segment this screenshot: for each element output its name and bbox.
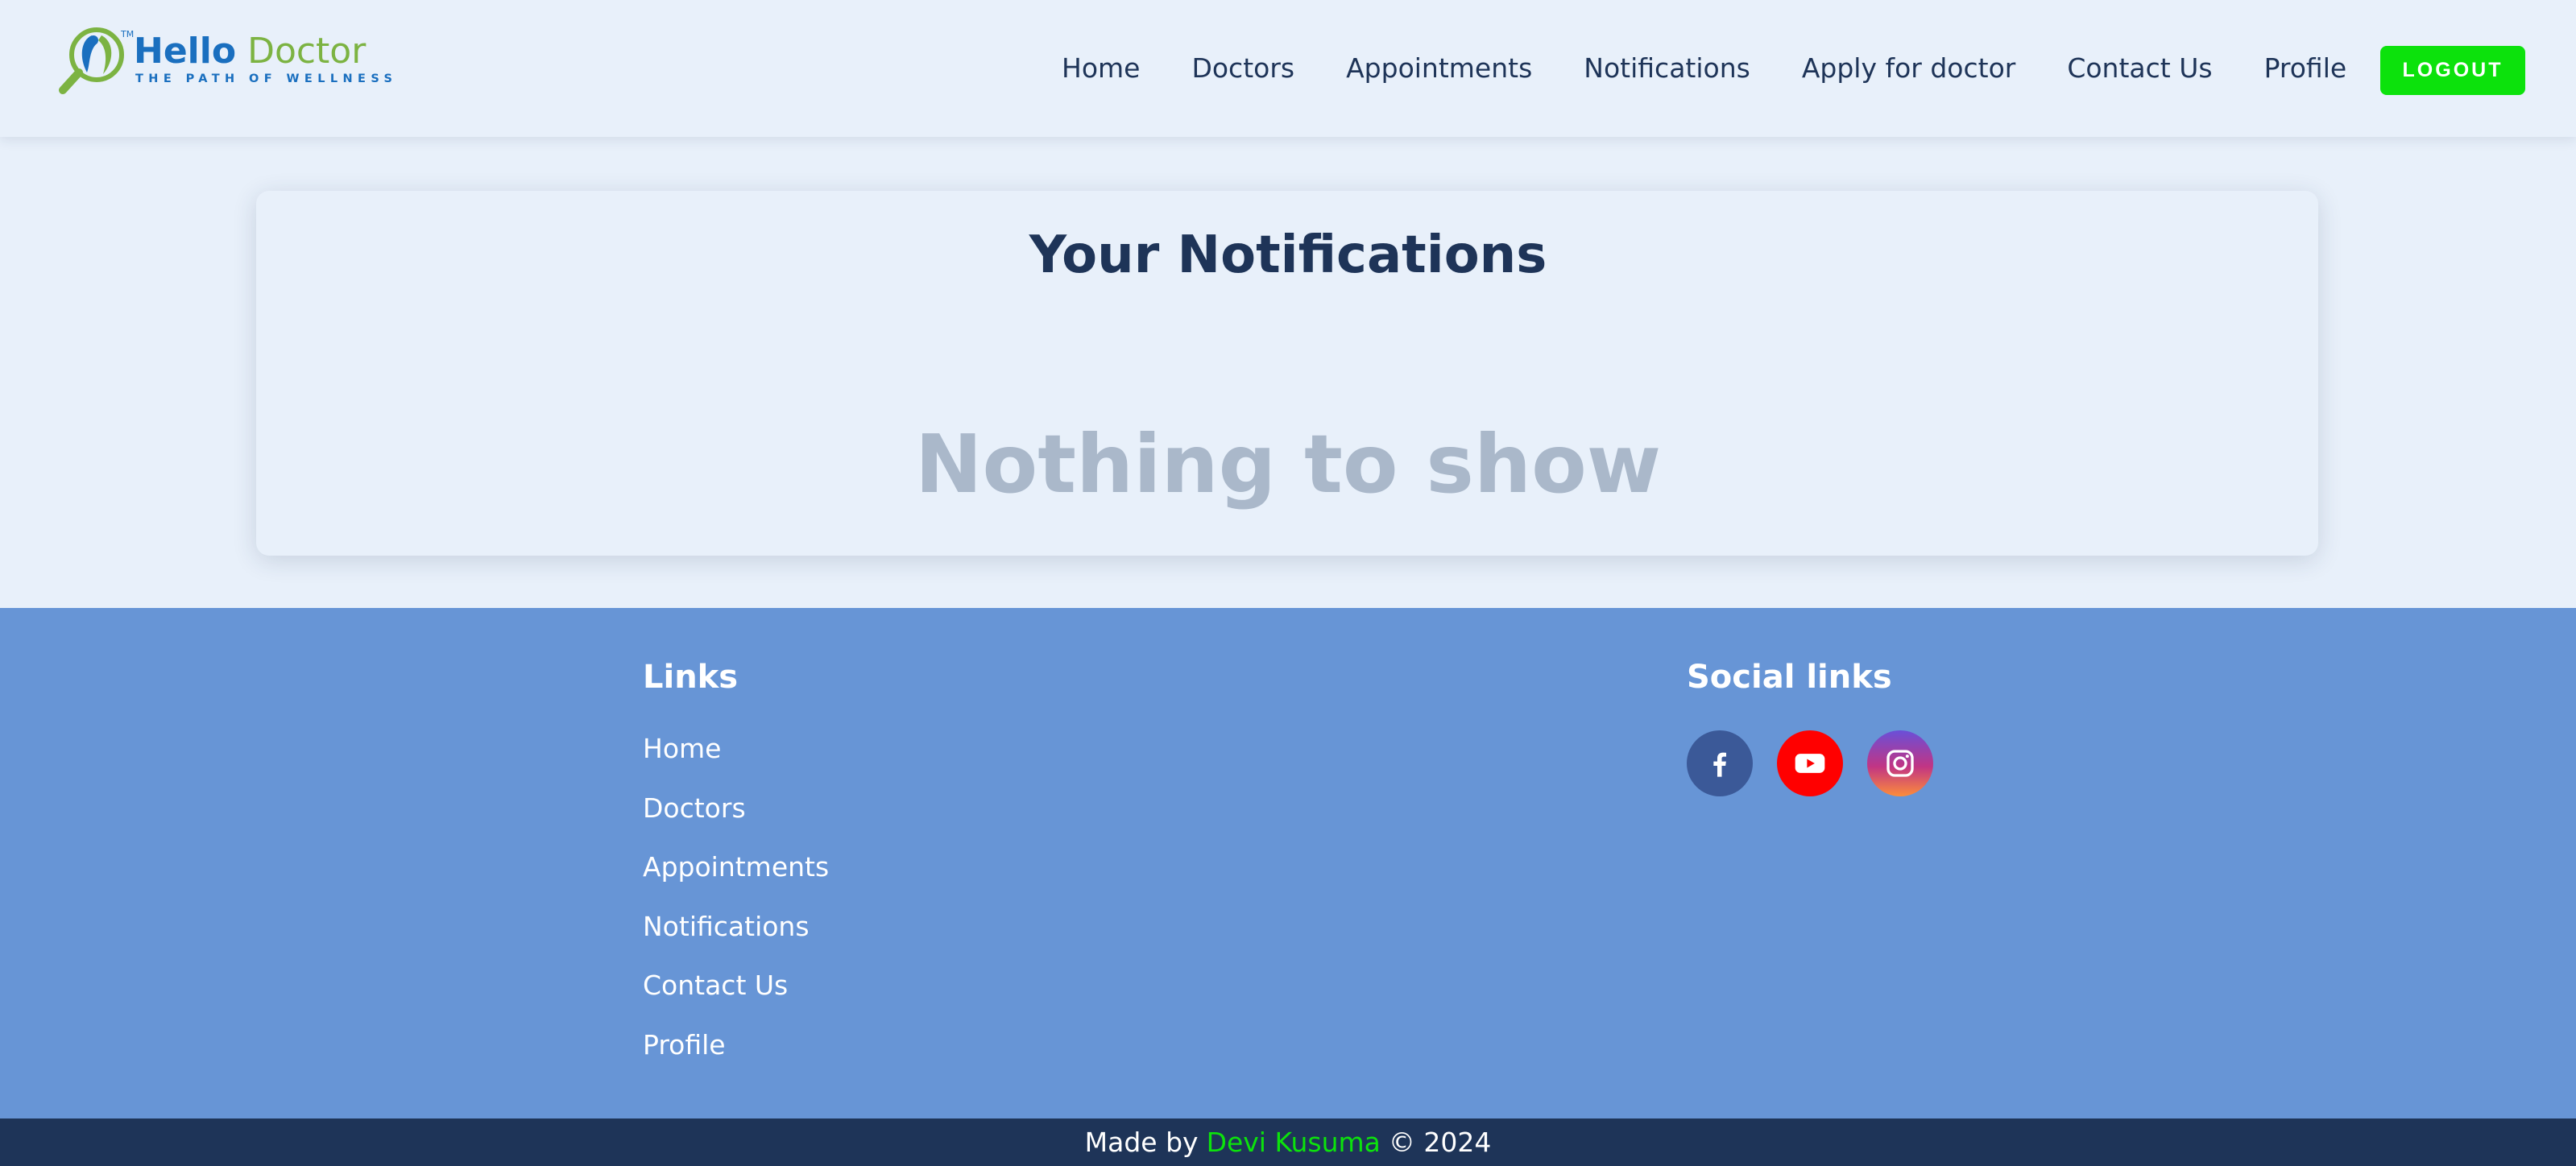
credit-suffix: © 2024 — [1388, 1127, 1492, 1158]
header: TM Hello Doctor THE PATH OF WELLNESS Hom… — [0, 0, 2576, 137]
empty-state-message: Nothing to show — [914, 417, 1662, 511]
brand-tagline: THE PATH OF WELLNESS — [135, 72, 398, 85]
footer-links-list: Home Doctors Appointments Notifications … — [643, 729, 829, 1084]
nav-item-appointments[interactable]: Appointments — [1346, 48, 1532, 89]
youtube-icon — [1795, 754, 1825, 773]
footer-link-notifications[interactable]: Notifications — [643, 907, 829, 966]
footer-link-doctors[interactable]: Doctors — [643, 788, 829, 848]
brand-name: Hello Doctor — [134, 31, 366, 72]
footer-link-appointments[interactable]: Appointments — [643, 847, 829, 907]
facebook-icon — [1713, 752, 1726, 777]
footer-link-profile[interactable]: Profile — [643, 1025, 829, 1085]
brand-name-part1: Hello — [134, 31, 237, 72]
author-link[interactable]: Devi Kusuma — [1207, 1127, 1381, 1158]
nav-item-doctors[interactable]: Doctors — [1191, 48, 1294, 89]
nav-item-home[interactable]: Home — [1062, 48, 1140, 89]
credit-prefix: Made by — [1084, 1127, 1199, 1158]
footer-link-contact-us[interactable]: Contact Us — [643, 965, 829, 1025]
trademark-mark: TM — [121, 29, 135, 39]
logo[interactable]: TM Hello Doctor THE PATH OF WELLNESS — [56, 24, 392, 98]
instagram-link[interactable] — [1867, 730, 1933, 796]
copyright-bar: Made by Devi Kusuma © 2024 — [0, 1118, 2576, 1166]
facebook-link[interactable] — [1687, 730, 1753, 796]
logout-button[interactable]: LOGOUT — [2380, 46, 2525, 95]
magnifier-logo-icon — [59, 27, 124, 94]
page-title: Your Notifications — [1029, 225, 1547, 285]
nav-item-notifications[interactable]: Notifications — [1584, 48, 1750, 89]
footer: Links Social links — [0, 608, 2576, 1118]
footer-social-heading: Social links — [1687, 659, 1892, 696]
nav-item-contact-us[interactable]: Contact Us — [2067, 48, 2212, 89]
brand-name-part2: Doctor — [247, 31, 367, 72]
footer-link-home[interactable]: Home — [643, 729, 829, 788]
nav-item-apply-for-doctor[interactable]: Apply for doctor — [1802, 48, 2016, 89]
youtube-link[interactable] — [1777, 730, 1843, 796]
footer-links-heading: Links — [643, 659, 739, 696]
nav-item-profile[interactable]: Profile — [2264, 48, 2347, 89]
top-nav: Home Doctors Appointments Notifications … — [1062, 48, 2398, 89]
instagram-icon — [1886, 750, 1914, 777]
